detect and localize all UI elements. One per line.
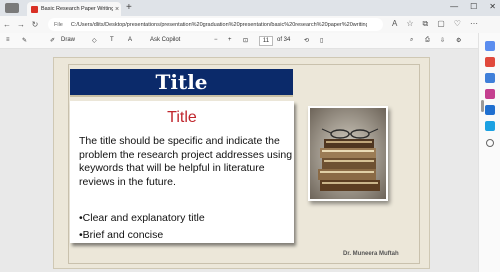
zoom-out-button[interactable]: − bbox=[214, 37, 218, 43]
contents-icon[interactable]: ≡ bbox=[6, 37, 10, 43]
favorites-icon[interactable] bbox=[485, 57, 495, 67]
ask-copilot-button[interactable]: Ask Copilot bbox=[150, 37, 180, 43]
more-icon[interactable]: ⋯ bbox=[470, 19, 478, 29]
refresh-button[interactable]: ↻ bbox=[28, 20, 42, 29]
books-illustration bbox=[310, 108, 386, 199]
add-icon[interactable] bbox=[486, 139, 494, 147]
content-heading: Title bbox=[167, 109, 197, 126]
tools-icon[interactable] bbox=[485, 73, 495, 83]
url-text[interactable]: C:/Users/dlits/Desktop/presentations/pre… bbox=[71, 22, 367, 28]
bullet-item-1: •Clear and explanatory title bbox=[79, 212, 205, 224]
draw-button[interactable]: Draw bbox=[61, 37, 75, 43]
tab-active[interactable]: Basic Research Paper Writing Sk × bbox=[27, 2, 121, 16]
print-icon[interactable]: ⎙ bbox=[425, 37, 430, 44]
page-total-label: of 34 bbox=[277, 37, 291, 43]
content-paragraph: The title should be specific and indicat… bbox=[79, 135, 293, 188]
collections-icon[interactable]: ♡ bbox=[454, 19, 461, 29]
pdf-settings-icon[interactable]: ⚙ bbox=[456, 37, 461, 44]
add-text-icon[interactable]: A bbox=[128, 37, 132, 43]
draw-icon[interactable]: ✐ bbox=[50, 37, 55, 44]
books-image bbox=[308, 106, 388, 201]
back-button[interactable]: ← bbox=[0, 20, 14, 29]
highlight-icon[interactable]: ✎ bbox=[22, 37, 27, 44]
edge-sidebar bbox=[478, 33, 500, 272]
tab-close-icon[interactable]: × bbox=[115, 6, 119, 13]
author-credit: Dr. Muneera Muftah bbox=[343, 251, 399, 257]
pdf-toolbar: ≡ ✎ ✐ Draw ◇ T A Ask Copilot − + ⊡ 11 of… bbox=[0, 33, 500, 49]
content-box: Title The title should be specific and i… bbox=[70, 101, 294, 243]
bullet-item-2: •Brief and concise bbox=[79, 229, 164, 241]
new-tab-button[interactable]: + bbox=[126, 3, 132, 13]
settings-icon[interactable] bbox=[485, 89, 495, 99]
browser-window: Basic Research Paper Writing Sk × + — ☐ … bbox=[0, 0, 500, 272]
page-view-icon[interactable]: ▯ bbox=[320, 37, 323, 44]
read-aloud-icon[interactable]: A bbox=[392, 19, 397, 29]
split-screen-icon[interactable]: ▢ bbox=[437, 19, 445, 29]
forward-button[interactable]: → bbox=[14, 20, 28, 29]
rotate-icon[interactable]: ⟲ bbox=[304, 37, 309, 44]
pdf-icon bbox=[31, 5, 38, 13]
zoom-in-button[interactable]: + bbox=[228, 37, 232, 43]
text-icon[interactable]: T bbox=[110, 37, 114, 43]
page-number-input[interactable]: 11 bbox=[259, 36, 273, 46]
extensions-icon[interactable]: ⧉ bbox=[423, 19, 429, 29]
search-icon[interactable] bbox=[485, 41, 495, 51]
erase-icon[interactable]: ◇ bbox=[92, 37, 97, 44]
app-menu-icon[interactable] bbox=[5, 3, 19, 13]
minimize-button[interactable]: — bbox=[450, 2, 458, 11]
maximize-button[interactable]: ☐ bbox=[470, 2, 477, 11]
slide-banner: Title bbox=[70, 69, 293, 97]
outlook-icon[interactable] bbox=[485, 105, 495, 115]
fit-page-icon[interactable]: ⊡ bbox=[243, 37, 248, 44]
address-icons: A ☆ ⧉ ▢ ♡ ⋯ bbox=[392, 19, 478, 29]
scrollbar-thumb[interactable] bbox=[481, 100, 484, 112]
url-scheme-label: File bbox=[54, 21, 63, 28]
close-button[interactable]: ✕ bbox=[489, 2, 496, 11]
save-icon[interactable]: ⇩ bbox=[440, 37, 445, 44]
tab-title: Basic Research Paper Writing Sk bbox=[41, 6, 113, 12]
search-pdf-icon[interactable]: ⌕ bbox=[410, 37, 413, 44]
title-bar: Basic Research Paper Writing Sk × + — ☐ … bbox=[0, 0, 500, 16]
favorite-star-icon[interactable]: ☆ bbox=[406, 19, 413, 29]
office-icon[interactable] bbox=[485, 121, 495, 131]
banner-title: Title bbox=[155, 70, 208, 94]
url-field[interactable]: File C:/Users/dlits/Desktop/presentation… bbox=[48, 18, 383, 31]
address-bar: ← → ↻ File C:/Users/dlits/Desktop/presen… bbox=[0, 16, 500, 33]
window-controls: — ☐ ✕ bbox=[450, 2, 496, 11]
